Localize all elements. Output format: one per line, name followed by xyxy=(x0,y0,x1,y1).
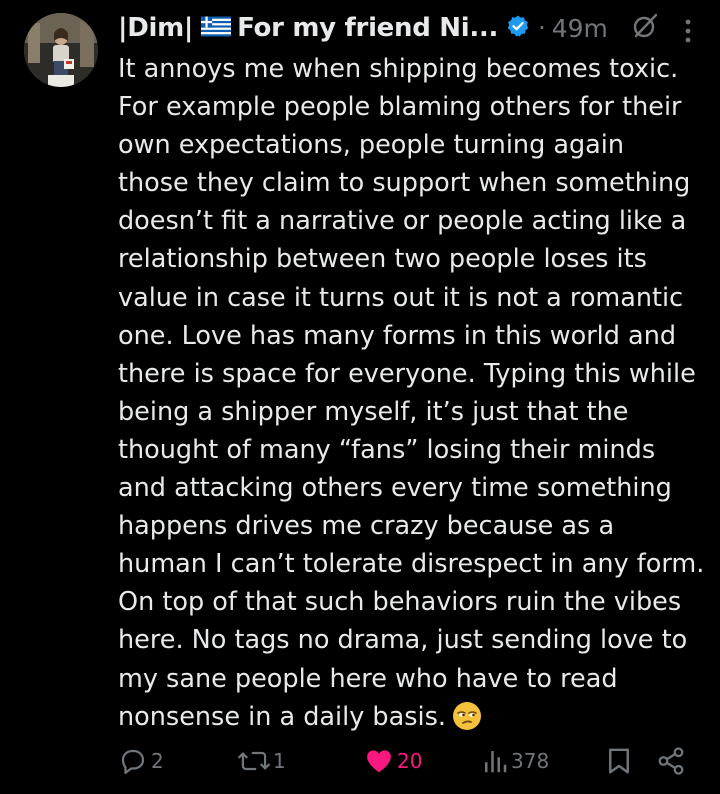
avatar[interactable] xyxy=(24,13,98,87)
greece-flag-icon xyxy=(201,16,232,41)
tweet-text-line: being a shipper myself, it’s just that t… xyxy=(118,396,629,427)
timestamp[interactable]: 49m xyxy=(552,14,608,43)
views-button[interactable]: 378 xyxy=(482,744,549,778)
tweet-text-line: here. No tags no drama, just sending lov… xyxy=(118,625,688,656)
tweet-text-line: nonsense in a daily basis. xyxy=(118,701,446,732)
action-bar: 2 1 20 378 xyxy=(118,744,690,778)
tweet-text-line: my sane people here who have to read xyxy=(118,663,618,694)
views-icon xyxy=(485,751,507,773)
repost-icon xyxy=(238,751,270,771)
views-count: 378 xyxy=(511,749,550,773)
tweet-text-line: On top of that such behaviors ruin the v… xyxy=(118,587,682,618)
tweet[interactable]: |Dim| For my friend Ni... · 49m It annoy… xyxy=(0,0,720,794)
unamused-face-emoji xyxy=(452,701,482,742)
display-name[interactable]: |Dim| xyxy=(118,13,193,43)
grok-icon[interactable] xyxy=(630,11,660,45)
repost-count: 1 xyxy=(273,749,286,773)
tweet-text-line: one. Love has many forms in this world a… xyxy=(118,320,677,351)
bookmark-icon xyxy=(609,748,629,774)
bookmark-button[interactable] xyxy=(606,744,632,778)
tweet-text-line: thought of many “fans” losing their mind… xyxy=(118,434,656,465)
tweet-text-line-last: nonsense in a daily basis. xyxy=(118,698,708,742)
share-button[interactable] xyxy=(656,744,686,778)
tweet-text-line: doesn’t fit a narrative or people acting… xyxy=(118,206,687,237)
display-name-suffix[interactable]: For my friend Ni... xyxy=(237,13,498,43)
heart-icon xyxy=(367,750,391,773)
tweet-text-line: human I can’t tolerate disrespect in any… xyxy=(118,549,705,580)
tweet-text-line: value in case it turns out it is not a r… xyxy=(118,282,684,313)
tweet-text-line: relationship between two people loses it… xyxy=(118,244,647,275)
tweet-text-line: happens drives me crazy because as a xyxy=(118,511,615,542)
more-icon[interactable] xyxy=(684,18,692,48)
tweet-text-line: It annoys me when shipping becomes toxic… xyxy=(118,54,679,84)
tweet-text-line: own expectations, people turning again xyxy=(118,130,625,161)
tweet-text-line: For example people blaming others for th… xyxy=(118,92,682,123)
tweet-text-line: and attacking others every time somethin… xyxy=(118,473,672,504)
reply-button[interactable]: 2 xyxy=(118,744,164,778)
verified-icon[interactable] xyxy=(506,14,530,42)
repost-button[interactable]: 1 xyxy=(238,744,286,778)
tweet-text: It annoys me when shipping becomes toxic… xyxy=(118,50,708,742)
share-icon xyxy=(658,747,684,775)
like-count: 20 xyxy=(397,749,423,773)
time-separator: · xyxy=(538,14,546,42)
reply-icon xyxy=(121,749,145,774)
reply-count: 2 xyxy=(151,749,164,773)
tweet-text-line: those they claim to support when somethi… xyxy=(118,168,691,199)
like-button[interactable]: 20 xyxy=(364,744,422,778)
tweet-header: |Dim| For my friend Ni... · 49m xyxy=(118,8,700,48)
tweet-text-line: there is space for everyone. Typing this… xyxy=(118,358,696,389)
